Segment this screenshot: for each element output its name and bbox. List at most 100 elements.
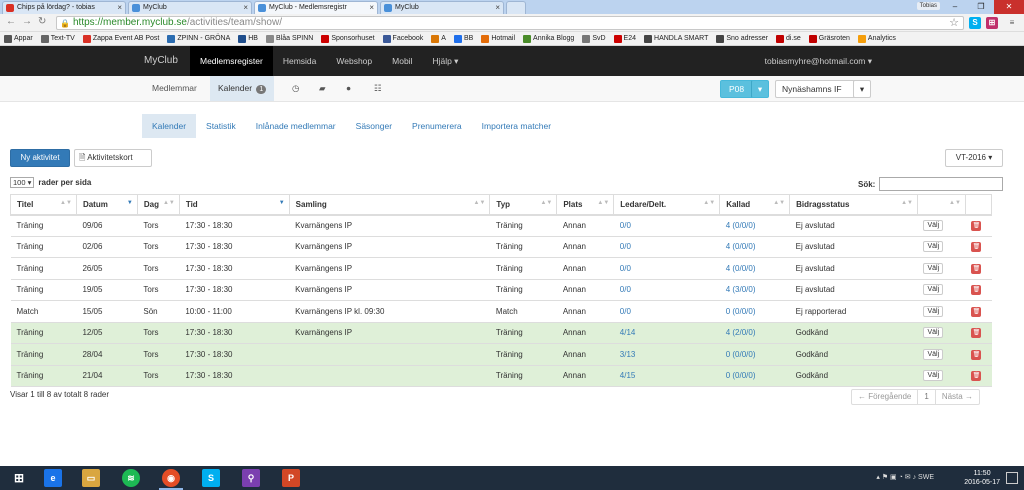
bookmark-item[interactable]: Zappa Event AB Post [82, 34, 159, 43]
file-explorer-icon[interactable]: ▭ [82, 469, 100, 487]
bookmark-item[interactable]: ZPINN - GRÖNA [167, 34, 230, 43]
reload-icon[interactable]: ↻ [38, 16, 46, 27]
bookmark-item[interactable]: Annika Blogg [523, 34, 574, 43]
club-select-button[interactable]: Nynäshamns IF [775, 80, 856, 98]
cell-ledare[interactable]: 4/15 [613, 365, 720, 387]
trash-icon[interactable]: 🗑 [971, 242, 982, 253]
cell-kallad[interactable]: 0 (0/0/0) [719, 300, 790, 323]
cell-kallad[interactable]: 4 (0/0/0) [719, 214, 790, 237]
minimize-icon[interactable]: – [942, 0, 968, 14]
window-close-icon[interactable]: ✕ [994, 0, 1024, 14]
bookmark-item[interactable]: Facebook [382, 34, 423, 43]
close-icon[interactable]: × [243, 2, 248, 14]
browser-tab-gmail[interactable]: Chips på lördag? - tobias × [2, 1, 126, 14]
col-bidragsstatus[interactable]: Bidragsstatus ▲▼ [789, 194, 918, 216]
browser-tab-myclub-1[interactable]: MyClub × [128, 1, 252, 14]
trash-icon[interactable]: 🗑 [971, 349, 982, 360]
brand-logo[interactable]: MyClub [144, 46, 178, 76]
browser-tab-myclub-2[interactable]: MyClub × [380, 1, 504, 14]
close-icon[interactable]: × [369, 2, 374, 14]
cell-ledare[interactable]: 0/0 [613, 236, 720, 258]
prev-page-button[interactable]: ← Föregående [852, 390, 919, 404]
cell-ledare[interactable]: 3/13 [613, 343, 720, 366]
chrome-icon[interactable]: ◉ [162, 469, 180, 487]
close-icon[interactable]: × [117, 2, 122, 14]
back-icon[interactable]: ← [6, 16, 16, 27]
search-icon[interactable]: ⚲ [242, 469, 260, 487]
cell-ledare[interactable]: 4/14 [613, 322, 720, 344]
select-button[interactable]: Välj [923, 370, 944, 382]
col-titel[interactable]: Titel ▲▼ [10, 194, 77, 216]
table-row[interactable]: Match 15/05 Sön 10:00 - 11:00 Kvarnängens IP… [10, 300, 992, 323]
col-samling[interactable]: Samling ▲▼ [288, 194, 491, 216]
select-button[interactable]: Välj [923, 241, 944, 253]
bookmark-item[interactable]: E24 [613, 34, 636, 43]
clock-icon[interactable]: ◷ [284, 76, 307, 101]
trash-icon[interactable]: 🗑 [971, 328, 982, 339]
cell-kallad[interactable]: 0 (0/0/0) [719, 343, 790, 366]
activity-card-button[interactable]: 🗎 Aktivitetskort [74, 149, 152, 167]
sliders-icon[interactable]: ☷ [366, 76, 390, 101]
select-button[interactable]: Välj [923, 220, 944, 231]
select-button[interactable]: Välj [923, 327, 944, 339]
col-ledare[interactable]: Ledare/Delt. ▲▼ [613, 194, 721, 216]
col-kallad[interactable]: Kallad ▲▼ [719, 194, 791, 216]
cell-ledare[interactable]: 0/0 [613, 279, 720, 301]
trash-icon[interactable]: 🗑 [971, 221, 982, 231]
user-icon[interactable]: ● [338, 76, 359, 101]
trash-icon[interactable]: 🗑 [971, 285, 982, 296]
bookmark-item[interactable]: Sno adresser [716, 34, 768, 43]
col-datum[interactable]: Datum ▼ [75, 194, 138, 216]
club-dropdown-caret[interactable]: ▾ [853, 80, 871, 98]
bookmark-item[interactable]: Blåa SPINN [265, 34, 313, 43]
tab-kalender[interactable]: Kalender [142, 114, 197, 138]
col-plats[interactable]: Plats ▲▼ [556, 194, 615, 216]
tab-inlanade-medlemmar[interactable]: Inlånade medlemmar [246, 114, 346, 138]
spotify-icon[interactable]: ≋ [122, 469, 140, 487]
col-dag[interactable]: Dag ▲▼ [136, 194, 180, 216]
bookmark-item[interactable]: Hotmail [481, 34, 515, 43]
bookmark-star-icon[interactable]: ☆ [949, 17, 959, 29]
page-1-button[interactable]: 1 [918, 390, 936, 404]
cell-kallad[interactable]: 4 (0/0/0) [719, 236, 790, 258]
bookmark-item[interactable]: BB [453, 34, 473, 43]
powerpoint-icon[interactable]: P [282, 469, 300, 487]
bookmark-item[interactable]: A [431, 34, 446, 43]
cell-kallad[interactable]: 4 (3/0/0) [719, 279, 790, 301]
profile-name[interactable]: Tobias [916, 2, 940, 10]
search-input[interactable] [879, 177, 1003, 191]
extension-icon[interactable]: ⊞ [986, 17, 998, 29]
tab-prenumerera[interactable]: Prenumerera [402, 114, 472, 138]
table-row[interactable]: Träning 19/05 Tors 17:30 - 18:30 Kvarnängens… [10, 279, 992, 301]
table-row[interactable]: Träning 12/05 Tors 17:30 - 18:30 Kvarnängens… [10, 322, 992, 344]
cell-ledare[interactable]: 0/0 [613, 257, 720, 280]
close-icon[interactable]: × [495, 2, 500, 14]
bookmark-item[interactable]: Analytics [857, 34, 896, 43]
maximize-icon[interactable]: ❐ [968, 0, 994, 14]
table-row[interactable]: Träning 26/05 Tors 17:30 - 18:30 Kvarnängens… [10, 257, 992, 280]
nav-mobil[interactable]: Mobil [382, 46, 422, 76]
nav-hemsida[interactable]: Hemsida [273, 46, 327, 76]
per-page-select[interactable]: 100 ▾ [10, 177, 35, 188]
nav-hjalp[interactable]: Hjälp ▾ [422, 46, 468, 76]
user-menu[interactable]: tobiasmyhre@hotmail.com ▾ [765, 46, 872, 76]
bookmark-item[interactable]: Text-TV [40, 34, 75, 43]
windows-start-icon[interactable]: ⊞ [10, 469, 28, 487]
cell-kallad[interactable]: 0 (0/0/0) [719, 365, 790, 387]
subnav-calendar[interactable]: Kalender 1 [210, 76, 275, 101]
new-activity-button[interactable]: Ny aktivitet [10, 149, 70, 167]
nav-webshop[interactable]: Webshop [326, 46, 382, 76]
clock[interactable]: 11:50 2016-05-17 [964, 469, 1000, 487]
trash-icon[interactable]: 🗑 [971, 306, 982, 317]
table-row[interactable]: Träning 09/06 Tors 17:30 - 18:30 Kvarnängens… [10, 214, 992, 237]
select-button[interactable]: Välj [923, 284, 944, 296]
menu-icon[interactable]: ≡ [1006, 17, 1018, 29]
cell-ledare[interactable]: 0/0 [613, 300, 720, 323]
bookmark-item[interactable]: HANDLA SMART [644, 34, 708, 43]
next-page-button[interactable]: Nästa → [936, 390, 979, 404]
select-button[interactable]: Välj [923, 305, 944, 317]
bookmark-item[interactable]: Gräsroten [808, 34, 850, 43]
tab-importera-matcher[interactable]: Importera matcher [472, 114, 561, 138]
col-typ[interactable]: Typ ▲▼ [489, 194, 558, 216]
internet-explorer-icon[interactable]: e [44, 469, 62, 487]
